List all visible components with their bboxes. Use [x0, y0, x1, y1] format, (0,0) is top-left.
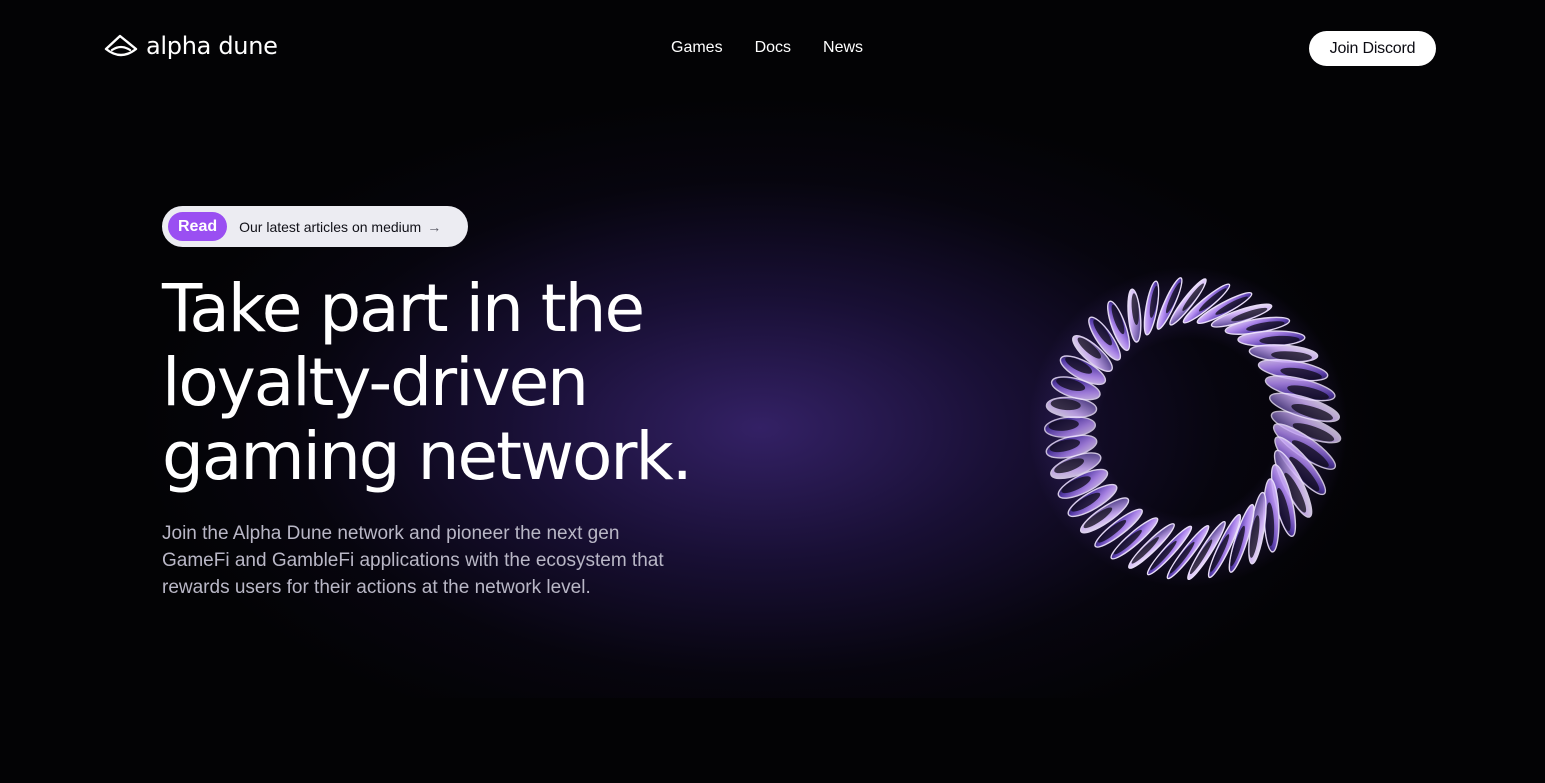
- hero-description: Join the Alpha Dune network and pioneer …: [162, 523, 664, 598]
- medium-articles-pill[interactable]: Read Our latest articles on medium →: [162, 206, 468, 247]
- nav-link-games[interactable]: Games: [671, 38, 723, 58]
- headline-line-1: Take part in the: [162, 270, 645, 347]
- headline-line-2: loyalty-driven: [162, 344, 589, 421]
- page: alpha dune Games Docs News Join Discord …: [0, 0, 1545, 783]
- hero-headline: Take part in the loyalty-driven gaming n…: [162, 272, 802, 494]
- nav-link-docs[interactable]: Docs: [755, 38, 791, 58]
- join-discord-button[interactable]: Join Discord: [1309, 31, 1436, 66]
- read-badge: Read: [168, 212, 228, 241]
- brand-logo[interactable]: alpha dune: [104, 33, 278, 59]
- headline-line-3: gaming network.: [162, 418, 693, 495]
- top-navigation: alpha dune Games Docs News Join Discord: [0, 0, 1545, 97]
- pill-text: Our latest articles on medium: [239, 218, 422, 235]
- ring-graphic: [1028, 267, 1348, 587]
- twisted-ring-illustration: [1028, 255, 1350, 600]
- nav-links: Games Docs News: [671, 38, 863, 58]
- brand-name: alpha dune: [146, 32, 278, 60]
- dune-eye-logo-icon: [104, 34, 138, 57]
- nav-link-news[interactable]: News: [823, 38, 863, 58]
- arrow-right-icon: →: [427, 218, 442, 235]
